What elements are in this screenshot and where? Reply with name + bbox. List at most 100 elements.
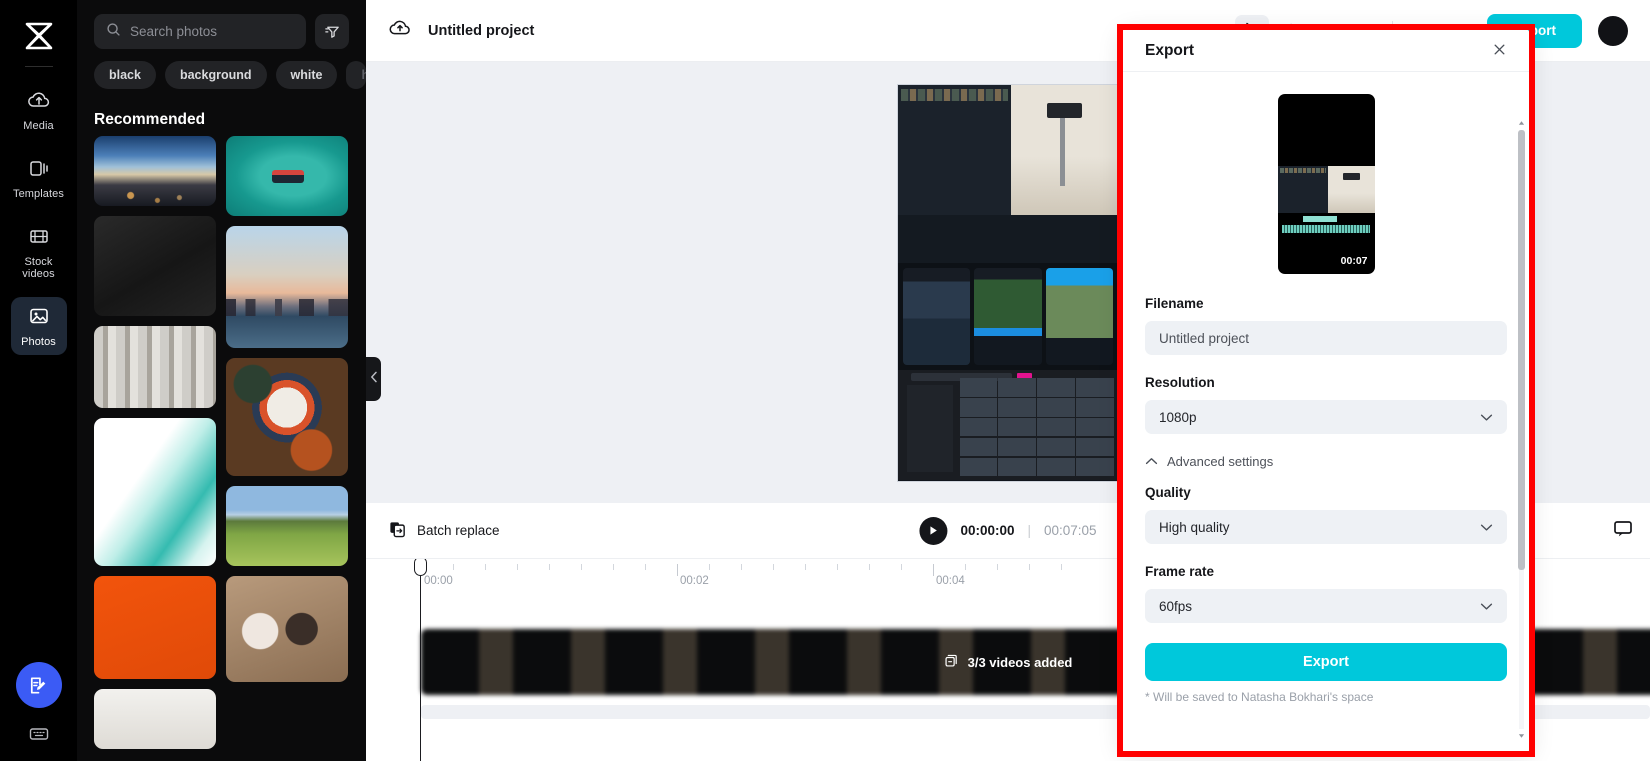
thumbnail-clip-selected xyxy=(1302,216,1337,222)
keyboard-icon[interactable] xyxy=(28,726,50,747)
page-title[interactable]: Untitled project xyxy=(428,23,534,39)
export-modal-title: Export xyxy=(1145,41,1195,59)
preview-camera-shot xyxy=(1010,84,1118,216)
export-thumbnail: 00:07 xyxy=(1277,94,1375,274)
photo-grid xyxy=(77,136,366,749)
photo-tile-turquoise-boat[interactable] xyxy=(226,136,348,216)
chip-white[interactable]: white xyxy=(275,61,338,89)
chevron-down-icon xyxy=(1480,599,1493,614)
filter-icon[interactable] xyxy=(315,14,349,49)
document-edit-icon[interactable] xyxy=(15,662,62,708)
framerate-value: 60fps xyxy=(1159,598,1193,614)
search-input[interactable]: Search photos xyxy=(94,14,306,49)
preview-phone-3 xyxy=(1045,267,1113,365)
chat-bubble-icon[interactable] xyxy=(1610,516,1636,542)
sidebar-item-stock-videos[interactable]: Stock videos xyxy=(11,217,67,287)
image-icon xyxy=(27,306,51,331)
photo-column-left xyxy=(94,136,216,749)
cloud-sync-icon[interactable] xyxy=(388,18,412,43)
left-nav-rail: Media Templates Stock videos Photos xyxy=(0,0,77,761)
thumbnail-film-strip xyxy=(1279,168,1327,173)
export-modal-header: Export xyxy=(1123,30,1529,72)
resolution-select[interactable]: 1080p xyxy=(1145,400,1507,434)
batch-replace-icon xyxy=(388,520,407,542)
advanced-settings-toggle[interactable]: Advanced settings xyxy=(1145,454,1507,469)
total-time: 00:07:05 xyxy=(1044,523,1097,538)
batch-replace-button[interactable]: Batch replace xyxy=(388,520,500,542)
panel-collapse-handle[interactable] xyxy=(366,357,381,401)
ruler-label-2: 00:04 xyxy=(936,575,965,587)
photo-tile-stone-temple[interactable] xyxy=(94,326,216,408)
preview-timeline-band xyxy=(898,215,1118,263)
chevron-up-icon xyxy=(1145,454,1158,469)
photo-tile-breakfast-plate[interactable] xyxy=(226,576,348,682)
chevron-down-icon xyxy=(1480,410,1493,425)
avatar[interactable] xyxy=(1598,15,1628,46)
preview-phone-mockups xyxy=(898,262,1118,370)
save-location-note: * Will be saved to Natasha Bokhari's spa… xyxy=(1145,690,1374,704)
sidebar-item-label: Templates xyxy=(12,188,65,200)
photo-tile-city-skyline[interactable] xyxy=(94,136,216,206)
ruler-label-1: 00:02 xyxy=(680,575,709,587)
current-time: 00:00:00 xyxy=(960,523,1015,538)
export-modal: Export 00:07 Filename Untitled project R… xyxy=(1123,30,1529,751)
quality-select[interactable]: High quality xyxy=(1145,510,1507,544)
chevron-down-icon xyxy=(1480,520,1493,535)
photo-tile-korean-food[interactable] xyxy=(226,358,348,476)
play-icon[interactable] xyxy=(919,516,948,545)
scroll-up-arrow-icon[interactable] xyxy=(1518,118,1525,128)
scrollbar-thumb[interactable] xyxy=(1518,130,1525,570)
photos-panel: Search photos black background white he … xyxy=(77,0,366,761)
search-row: Search photos xyxy=(77,0,366,49)
filename-input[interactable]: Untitled project xyxy=(1145,321,1507,355)
photo-tile-nyc-skyline[interactable] xyxy=(226,226,348,348)
chip-background[interactable]: background xyxy=(164,61,267,89)
search-placeholder: Search photos xyxy=(130,24,218,39)
thumbnail-camera-shot xyxy=(1328,166,1375,213)
sidebar-item-label: Media xyxy=(23,120,54,132)
photo-tile-orange-solid[interactable] xyxy=(94,576,216,679)
advanced-settings-label: Advanced settings xyxy=(1167,454,1274,469)
video-preview[interactable] xyxy=(897,83,1119,482)
chip-he[interactable]: he xyxy=(346,61,366,89)
filter-chips: black background white he xyxy=(77,49,366,89)
film-strip-icon xyxy=(27,226,51,251)
framerate-select[interactable]: 60fps xyxy=(1145,589,1507,623)
export-confirm-button[interactable]: Export xyxy=(1145,643,1507,681)
preview-thumb-grid xyxy=(959,378,1114,477)
sidebar-item-label: Stock videos xyxy=(22,256,55,280)
search-icon xyxy=(106,22,121,42)
ruler-label-0: 00:00 xyxy=(424,575,453,587)
export-thumbnail-wrap: 00:07 xyxy=(1145,94,1507,274)
photo-tile-teal-abstract[interactable] xyxy=(94,418,216,566)
filename-label: Filename xyxy=(1145,296,1204,311)
sidebar-item-media[interactable]: Media xyxy=(11,81,67,139)
photo-tile-green-field[interactable] xyxy=(226,486,348,566)
time-separator: | xyxy=(1027,523,1031,538)
photo-tile-white-texture[interactable] xyxy=(94,689,216,749)
preview-region-top xyxy=(898,84,1118,216)
framerate-label: Frame rate xyxy=(1145,564,1215,579)
playhead-handle[interactable] xyxy=(414,559,427,576)
photo-tile-dark-chalkboard[interactable] xyxy=(94,216,216,316)
thumbnail-content xyxy=(1277,166,1375,213)
preview-asset-browser xyxy=(898,369,1118,481)
sidebar-item-photos[interactable]: Photos xyxy=(10,297,67,355)
capcut-logo-icon[interactable] xyxy=(19,16,59,56)
sidebar-item-templates[interactable]: Templates xyxy=(11,149,67,207)
templates-icon xyxy=(27,158,51,183)
thumbnail-editor-pane xyxy=(1277,166,1329,213)
cloud-upload-icon xyxy=(27,90,51,115)
scroll-down-arrow-icon[interactable] xyxy=(1518,731,1525,741)
quality-value: High quality xyxy=(1159,519,1230,535)
resolution-value: 1080p xyxy=(1159,409,1197,425)
batch-replace-label: Batch replace xyxy=(417,523,500,538)
resolution-label: Resolution xyxy=(1145,375,1215,390)
chip-black[interactable]: black xyxy=(94,61,156,89)
preview-phone-2 xyxy=(974,267,1042,365)
export-modal-scrollbar[interactable] xyxy=(1518,118,1525,741)
export-modal-body: 00:07 Filename Untitled project Resoluti… xyxy=(1123,72,1529,751)
preview-film-strip xyxy=(901,88,1008,101)
preview-editor-pane xyxy=(898,84,1011,216)
close-icon[interactable] xyxy=(1492,42,1507,60)
